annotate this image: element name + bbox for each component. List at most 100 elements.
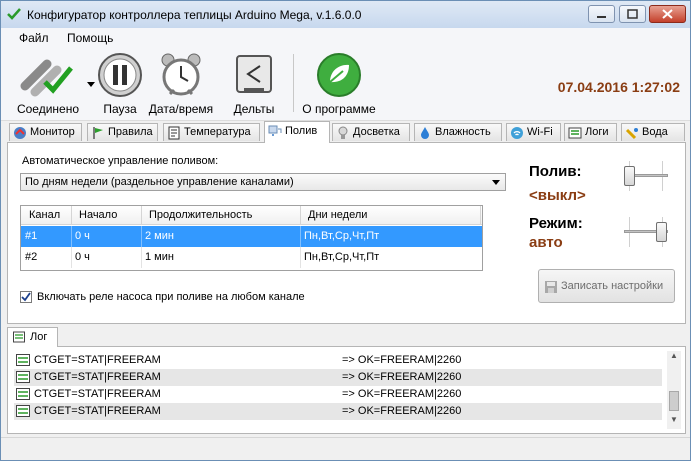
column-header[interactable]: Продолжительность: [149, 209, 252, 221]
pause-label: Пауза: [103, 102, 137, 116]
minimize-button[interactable]: [588, 5, 615, 23]
days-cell: Пн,Вт,Ср,Чт,Пт: [304, 251, 380, 263]
tab-label: Wi-Fi: [527, 126, 553, 138]
tab-watering[interactable]: Полив: [264, 121, 330, 143]
watering-state-value: <выкл>: [529, 187, 586, 204]
table-header: Канал Начало Продолжительность Дни недел…: [21, 206, 482, 225]
log-command: CTGET=STAT|FREERAM: [34, 371, 161, 383]
chevron-down-icon: [492, 180, 500, 185]
log-result: => OK=FREERAM|2260: [342, 354, 462, 366]
start-cell: 0 ч: [75, 251, 90, 263]
tab-log[interactable]: Лог: [7, 327, 58, 347]
scroll-thumb[interactable]: [669, 391, 679, 411]
column-header[interactable]: Канал: [29, 209, 60, 221]
days-cell: Пн,Вт,Ср,Чт,Пт: [304, 230, 380, 242]
connect-button[interactable]: Соединено: [11, 48, 95, 118]
log-result: => OK=FREERAM|2260: [342, 388, 462, 400]
maximize-icon: [627, 9, 638, 19]
datetime-button[interactable]: Дата/время: [148, 48, 214, 118]
tab-label: Полив: [285, 125, 318, 137]
table-row[interactable]: #2 0 ч 1 мин Пн,Вт,Ср,Чт,Пт: [21, 247, 482, 268]
title-bar[interactable]: Конфигуратор контроллера теплицы Arduino…: [1, 1, 690, 29]
deltas-label: Дельты: [233, 102, 275, 116]
window-title: Конфигуратор контроллера теплицы Arduino…: [27, 8, 362, 22]
datetime-label: Дата/время: [148, 102, 214, 116]
mode-toggle-slider[interactable]: [624, 217, 668, 247]
log-row[interactable]: CTGET=STAT|FREERAM => OK=FREERAM|2260: [14, 403, 662, 420]
tab-rules[interactable]: Правила: [87, 123, 158, 141]
scroll-up-icon[interactable]: ▲: [667, 351, 681, 365]
maximize-button[interactable]: [619, 5, 646, 23]
watering-panel: Автоматическое управление поливом: По дн…: [7, 142, 686, 324]
log-result: => OK=FREERAM|2260: [342, 405, 462, 417]
alarm-clock-icon: [161, 53, 201, 96]
log-entry-icon: [16, 405, 30, 417]
duration-cell: 2 мин: [145, 230, 174, 242]
tab-label: Досветка: [353, 126, 400, 138]
mode-label: Режим:: [529, 215, 583, 232]
wifi-icon: [511, 127, 523, 139]
tab-label: Правила: [108, 126, 153, 138]
app-window: Конфигуратор контроллера теплицы Arduino…: [0, 0, 691, 461]
column-header[interactable]: Дни недели: [308, 209, 367, 221]
auto-control-label: Автоматическое управление поливом:: [22, 155, 219, 167]
plug-connected-icon: [20, 59, 73, 97]
watering-mode-select[interactable]: По дням недели (раздельное управление ка…: [20, 173, 506, 191]
save-settings-button[interactable]: Записать настройки: [538, 269, 675, 303]
slider-thumb[interactable]: [624, 166, 635, 186]
connect-label: Соединено: [16, 102, 80, 116]
duration-cell: 1 мин: [145, 251, 174, 263]
thermometer-icon: [168, 126, 180, 140]
toolbar-separator: [293, 54, 294, 112]
dropdown-arrow-icon[interactable]: [87, 82, 95, 88]
close-button[interactable]: [649, 5, 686, 23]
menu-file[interactable]: Файл: [19, 31, 49, 45]
tab-logs[interactable]: Логи: [564, 123, 617, 141]
slider-thumb[interactable]: [656, 222, 667, 242]
tab-temperature[interactable]: Температура: [163, 123, 260, 141]
mode-value: авто: [529, 234, 563, 251]
logs-icon: [568, 127, 582, 139]
deltas-button[interactable]: Дельты: [228, 48, 280, 118]
tab-humidity[interactable]: Влажность: [414, 123, 502, 141]
log-command: CTGET=STAT|FREERAM: [34, 354, 161, 366]
log-entry-icon: [16, 354, 30, 366]
save-settings-label: Записать настройки: [561, 280, 664, 292]
table-row[interactable]: #1 0 ч 2 мин Пн,Вт,Ср,Чт,Пт: [21, 226, 482, 247]
checkmark-icon: [21, 292, 31, 302]
pause-icon: [98, 53, 142, 97]
tab-strip: Монитор Правила Температура Полив Досвет…: [1, 121, 690, 143]
pump-relay-checkbox[interactable]: [20, 291, 32, 303]
menu-help[interactable]: Помощь: [67, 31, 113, 45]
watering-toggle-slider[interactable]: [624, 161, 668, 191]
tab-wifi[interactable]: Wi-Fi: [506, 123, 561, 141]
tab-water[interactable]: Вода: [621, 123, 685, 141]
log-result: => OK=FREERAM|2260: [342, 371, 462, 383]
drop-icon: [421, 127, 429, 139]
tab-monitor[interactable]: Монитор: [9, 123, 82, 141]
column-header[interactable]: Начало: [79, 209, 117, 221]
about-button[interactable]: О программе: [299, 48, 379, 118]
scroll-down-icon[interactable]: ▼: [667, 415, 681, 429]
log-panel: CTGET=STAT|FREERAM => OK=FREERAM|2260 CT…: [7, 346, 686, 434]
close-icon: [662, 9, 673, 19]
pause-button[interactable]: Пауза: [96, 48, 144, 118]
deltas-icon: [236, 55, 272, 93]
tab-label: Вода: [642, 126, 668, 138]
start-cell: 0 ч: [75, 230, 90, 242]
tab-lighting[interactable]: Досветка: [332, 123, 410, 141]
log-command: CTGET=STAT|FREERAM: [34, 405, 161, 417]
log-row[interactable]: CTGET=STAT|FREERAM => OK=FREERAM|2260: [14, 369, 662, 386]
tab-label: Монитор: [30, 126, 75, 138]
toolbar: Соединено Пауза Дата/время Дельты О прог…: [1, 48, 690, 121]
status-bar: [1, 437, 690, 460]
app-check-icon: [7, 8, 21, 20]
log-row[interactable]: CTGET=STAT|FREERAM => OK=FREERAM|2260: [14, 352, 662, 369]
log-row[interactable]: CTGET=STAT|FREERAM => OK=FREERAM|2260: [14, 386, 662, 403]
log-scrollbar[interactable]: ▲ ▼: [667, 351, 681, 429]
watering-state-label: Полив:: [529, 163, 582, 180]
tab-label: Температура: [184, 126, 251, 138]
log-command: CTGET=STAT|FREERAM: [34, 388, 161, 400]
tab-label: Лог: [30, 331, 48, 343]
about-label: О программе: [302, 102, 376, 116]
